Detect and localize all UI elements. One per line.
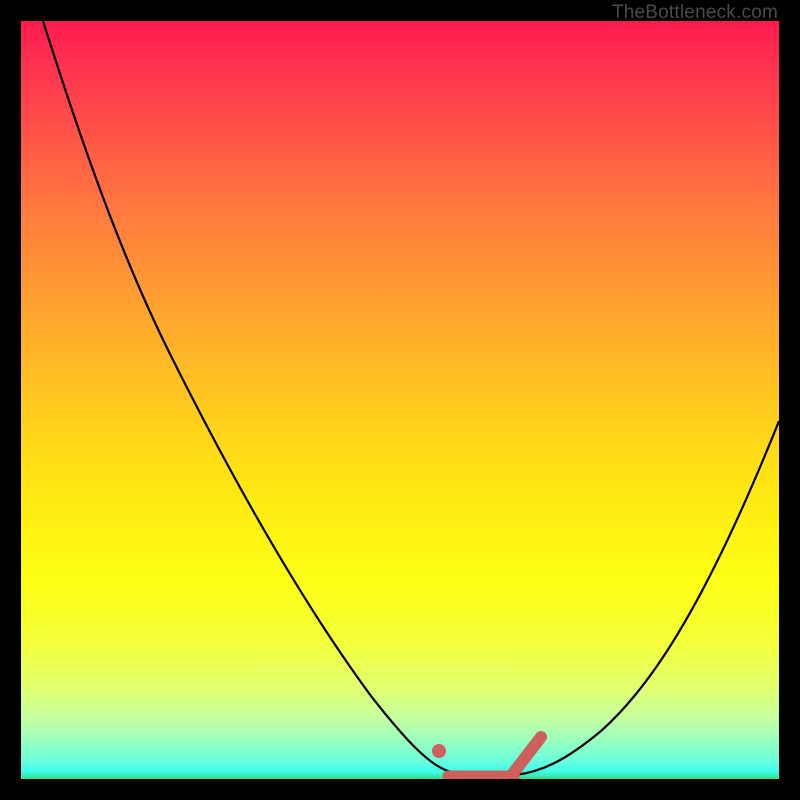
- marker-dot: [432, 744, 446, 758]
- marker-rise-segment: [511, 737, 541, 776]
- plot-area: [21, 21, 779, 779]
- chart-svg: [21, 21, 779, 779]
- bottleneck-curve-path: [43, 21, 779, 776]
